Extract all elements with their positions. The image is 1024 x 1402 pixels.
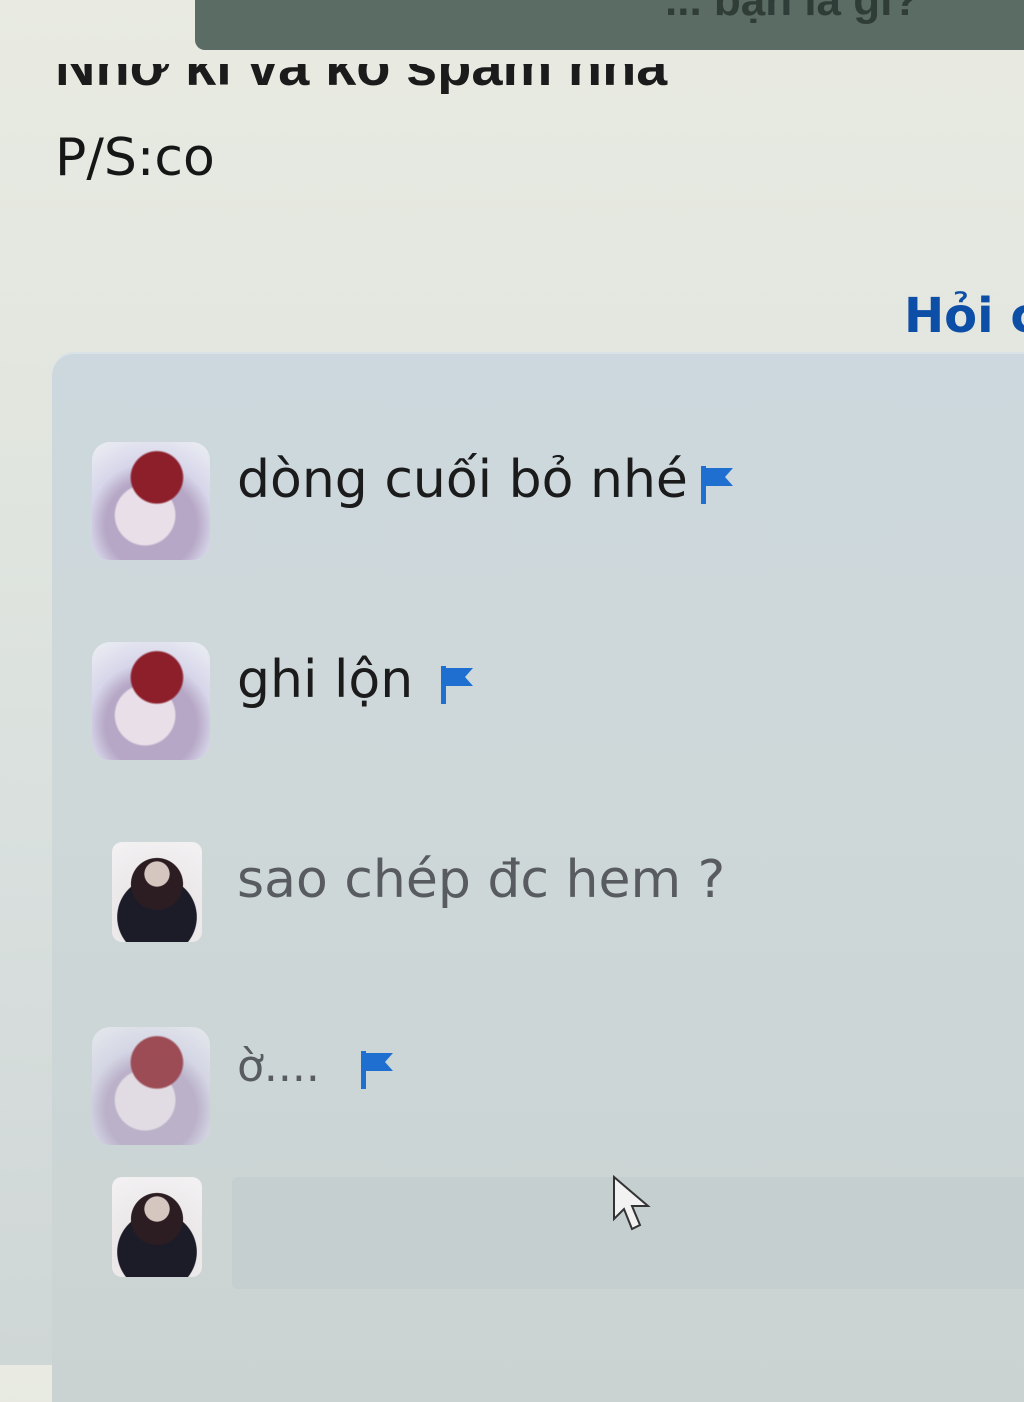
post-body: Nhớ kĩ và ko spam nha P/S:co — [0, 64, 1024, 208]
top-header-bar: ... bạn là gì? — [195, 0, 1024, 50]
mouse-cursor-icon — [613, 1175, 651, 1231]
comment-item: ghi lộn — [92, 642, 992, 772]
comment-item: dòng cuối bỏ nhé — [92, 442, 992, 572]
user-avatar[interactable] — [112, 842, 202, 942]
user-avatar[interactable] — [92, 642, 210, 760]
comment-item: ờ.... — [92, 1027, 992, 1157]
header-title: ... bạn là gì? — [665, 0, 920, 25]
reply-row — [92, 1177, 1024, 1307]
comments-panel: dòng cuối bỏ nhé ghi lộn sao chép đc hem… — [52, 352, 1024, 1402]
comment-text: dòng cuối bỏ nhé — [237, 450, 688, 510]
current-user-avatar — [112, 1177, 202, 1277]
ask-question-link[interactable]: Hỏi ch — [904, 288, 1024, 344]
comment-text: ghi lộn — [237, 650, 414, 710]
flag-report-icon[interactable] — [697, 462, 737, 506]
post-ps-line: P/S:co — [55, 128, 215, 188]
user-avatar[interactable] — [92, 442, 210, 560]
flag-report-icon[interactable] — [437, 662, 477, 706]
comment-text: sao chép đc hem ? — [237, 850, 726, 910]
comment-text: ờ.... — [237, 1041, 320, 1092]
flag-report-icon[interactable] — [357, 1047, 397, 1091]
user-avatar[interactable] — [92, 1027, 210, 1145]
comment-item: sao chép đc hem ? — [92, 842, 992, 972]
